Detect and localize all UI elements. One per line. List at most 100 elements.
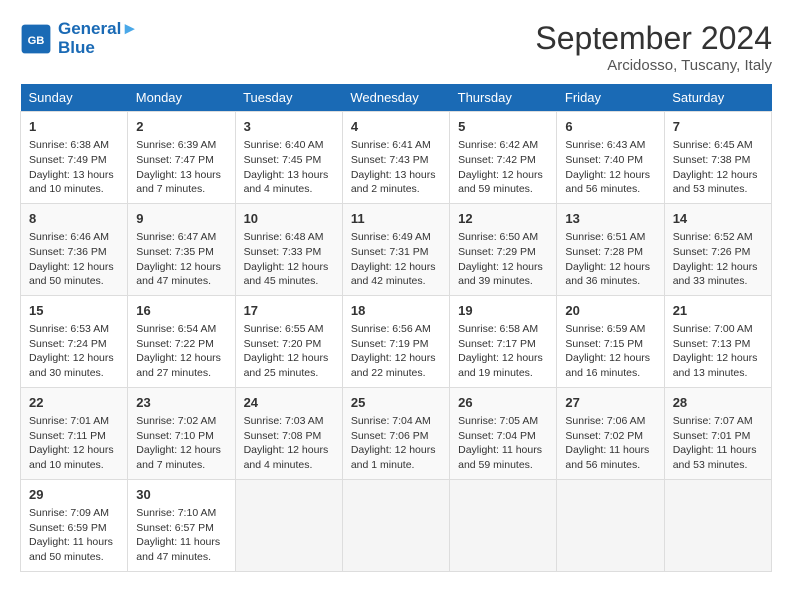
- title-block: September 2024 Arcidosso, Tuscany, Italy: [535, 20, 772, 74]
- day-number: 1: [29, 118, 119, 136]
- day-number: 18: [351, 302, 441, 320]
- day-cell: 19Sunrise: 6:58 AMSunset: 7:17 PMDayligh…: [450, 295, 557, 387]
- day-info: Sunrise: 7:05 AMSunset: 7:04 PMDaylight:…: [458, 414, 548, 473]
- day-info: Sunrise: 6:42 AMSunset: 7:42 PMDaylight:…: [458, 138, 548, 197]
- day-info: Sunrise: 7:03 AMSunset: 7:08 PMDaylight:…: [244, 414, 334, 473]
- day-cell: 26 Sunrise: 7:05 AMSunset: 7:04 PMDayligh…: [450, 387, 557, 479]
- day-number: 16: [136, 302, 226, 320]
- day-number: 5: [458, 118, 548, 136]
- day-cell: [235, 479, 342, 571]
- day-number: 30: [136, 486, 226, 504]
- day-number: 29: [29, 486, 119, 504]
- day-number: 14: [673, 210, 763, 228]
- day-info: Sunrise: 6:41 AMSunset: 7:43 PMDaylight:…: [351, 138, 441, 197]
- week-row-1: 1Sunrise: 6:38 AMSunset: 7:49 PMDaylight…: [21, 112, 772, 204]
- day-cell: 27Sunrise: 7:06 AMSunset: 7:02 PMDayligh…: [557, 387, 664, 479]
- day-cell: [342, 479, 449, 571]
- day-info: Sunrise: 6:51 AMSunset: 7:28 PMDaylight:…: [565, 230, 655, 289]
- header-tuesday: Tuesday: [235, 84, 342, 112]
- day-number: 28: [673, 394, 763, 412]
- header-sunday: Sunday: [21, 84, 128, 112]
- day-number: 24: [244, 394, 334, 412]
- day-cell: 23Sunrise: 7:02 AMSunset: 7:10 PMDayligh…: [128, 387, 235, 479]
- day-number: 26: [458, 394, 548, 412]
- day-number: 2: [136, 118, 226, 136]
- day-info: Sunrise: 7:04 AMSunset: 7:06 PMDaylight:…: [351, 414, 441, 473]
- day-info: Sunrise: 7:07 AMSunset: 7:01 PMDaylight:…: [673, 414, 763, 473]
- day-info: Sunrise: 6:48 AMSunset: 7:33 PMDaylight:…: [244, 230, 334, 289]
- day-cell: 4 Sunrise: 6:41 AMSunset: 7:43 PMDaylight…: [342, 112, 449, 204]
- day-cell: 9Sunrise: 6:47 AMSunset: 7:35 PMDaylight…: [128, 203, 235, 295]
- svg-text:GB: GB: [28, 34, 45, 46]
- day-info: Sunrise: 6:56 AMSunset: 7:19 PMDaylight:…: [351, 322, 441, 381]
- logo-icon: GB: [20, 23, 52, 55]
- day-info: Sunrise: 7:06 AMSunset: 7:02 PMDaylight:…: [565, 414, 655, 473]
- header-monday: Monday: [128, 84, 235, 112]
- week-row-2: 8 Sunrise: 6:46 AMSunset: 7:36 PMDaylight…: [21, 203, 772, 295]
- day-info: Sunrise: 7:10 AMSunset: 6:57 PMDaylight:…: [136, 506, 226, 565]
- day-cell: 11Sunrise: 6:49 AMSunset: 7:31 PMDayligh…: [342, 203, 449, 295]
- day-cell: 13 Sunrise: 6:51 AMSunset: 7:28 PMDayligh…: [557, 203, 664, 295]
- day-cell: 17 Sunrise: 6:55 AMSunset: 7:20 PMDayligh…: [235, 295, 342, 387]
- day-number: 8: [29, 210, 119, 228]
- day-cell: 20 Sunrise: 6:59 AMSunset: 7:15 PMDayligh…: [557, 295, 664, 387]
- day-cell: 14 Sunrise: 6:52 AMSunset: 7:26 PMDayligh…: [664, 203, 771, 295]
- header-wednesday: Wednesday: [342, 84, 449, 112]
- header-row: SundayMondayTuesdayWednesdayThursdayFrid…: [21, 84, 772, 112]
- logo-line2: Blue: [58, 39, 138, 58]
- day-info: Sunrise: 6:55 AMSunset: 7:20 PMDaylight:…: [244, 322, 334, 381]
- day-info: Sunrise: 6:54 AMSunset: 7:22 PMDaylight:…: [136, 322, 226, 381]
- day-number: 6: [565, 118, 655, 136]
- day-info: Sunrise: 6:43 AMSunset: 7:40 PMDaylight:…: [565, 138, 655, 197]
- day-number: 25: [351, 394, 441, 412]
- day-info: Sunrise: 6:52 AMSunset: 7:26 PMDaylight:…: [673, 230, 763, 289]
- day-number: 7: [673, 118, 763, 136]
- day-cell: 5 Sunrise: 6:42 AMSunset: 7:42 PMDaylight…: [450, 112, 557, 204]
- header-saturday: Saturday: [664, 84, 771, 112]
- day-cell: 15 Sunrise: 6:53 AMSunset: 7:24 PMDayligh…: [21, 295, 128, 387]
- day-cell: 29Sunrise: 7:09 AMSunset: 6:59 PMDayligh…: [21, 479, 128, 571]
- day-info: Sunrise: 6:50 AMSunset: 7:29 PMDaylight:…: [458, 230, 548, 289]
- day-cell: [450, 479, 557, 571]
- day-cell: 8 Sunrise: 6:46 AMSunset: 7:36 PMDaylight…: [21, 203, 128, 295]
- day-info: Sunrise: 6:53 AMSunset: 7:24 PMDaylight:…: [29, 322, 119, 381]
- logo-line1: General: [58, 19, 121, 38]
- week-row-4: 22Sunrise: 7:01 AMSunset: 7:11 PMDayligh…: [21, 387, 772, 479]
- day-info: Sunrise: 7:00 AMSunset: 7:13 PMDaylight:…: [673, 322, 763, 381]
- day-cell: 28 Sunrise: 7:07 AMSunset: 7:01 PMDayligh…: [664, 387, 771, 479]
- day-info: Sunrise: 6:47 AMSunset: 7:35 PMDaylight:…: [136, 230, 226, 289]
- header-friday: Friday: [557, 84, 664, 112]
- day-cell: 25 Sunrise: 7:04 AMSunset: 7:06 PMDayligh…: [342, 387, 449, 479]
- day-cell: 24 Sunrise: 7:03 AMSunset: 7:08 PMDayligh…: [235, 387, 342, 479]
- day-info: Sunrise: 6:58 AMSunset: 7:17 PMDaylight:…: [458, 322, 548, 381]
- logo-icon-triangle: ►: [121, 19, 138, 38]
- day-info: Sunrise: 6:46 AMSunset: 7:36 PMDaylight:…: [29, 230, 119, 289]
- day-cell: 12Sunrise: 6:50 AMSunset: 7:29 PMDayligh…: [450, 203, 557, 295]
- day-number: 21: [673, 302, 763, 320]
- day-number: 11: [351, 210, 441, 228]
- day-info: Sunrise: 6:59 AMSunset: 7:15 PMDaylight:…: [565, 322, 655, 381]
- day-info: Sunrise: 6:39 AMSunset: 7:47 PMDaylight:…: [136, 138, 226, 197]
- day-number: 17: [244, 302, 334, 320]
- day-cell: 3Sunrise: 6:40 AMSunset: 7:45 PMDaylight…: [235, 112, 342, 204]
- day-info: Sunrise: 7:01 AMSunset: 7:11 PMDaylight:…: [29, 414, 119, 473]
- day-cell: 18 Sunrise: 6:56 AMSunset: 7:19 PMDayligh…: [342, 295, 449, 387]
- day-cell: 10Sunrise: 6:48 AMSunset: 7:33 PMDayligh…: [235, 203, 342, 295]
- day-cell: 6 Sunrise: 6:43 AMSunset: 7:40 PMDaylight…: [557, 112, 664, 204]
- day-number: 4: [351, 118, 441, 136]
- day-cell: 22Sunrise: 7:01 AMSunset: 7:11 PMDayligh…: [21, 387, 128, 479]
- week-row-5: 29Sunrise: 7:09 AMSunset: 6:59 PMDayligh…: [21, 479, 772, 571]
- day-cell: [664, 479, 771, 571]
- day-cell: 30 Sunrise: 7:10 AMSunset: 6:57 PMDayligh…: [128, 479, 235, 571]
- day-cell: 1Sunrise: 6:38 AMSunset: 7:49 PMDaylight…: [21, 112, 128, 204]
- day-cell: 16 Sunrise: 6:54 AMSunset: 7:22 PMDayligh…: [128, 295, 235, 387]
- day-number: 3: [244, 118, 334, 136]
- month-title: September 2024: [535, 20, 772, 57]
- header-thursday: Thursday: [450, 84, 557, 112]
- logo: GB General► Blue: [20, 20, 138, 57]
- week-row-3: 15 Sunrise: 6:53 AMSunset: 7:24 PMDayligh…: [21, 295, 772, 387]
- day-number: 20: [565, 302, 655, 320]
- day-info: Sunrise: 7:02 AMSunset: 7:10 PMDaylight:…: [136, 414, 226, 473]
- day-number: 15: [29, 302, 119, 320]
- day-number: 13: [565, 210, 655, 228]
